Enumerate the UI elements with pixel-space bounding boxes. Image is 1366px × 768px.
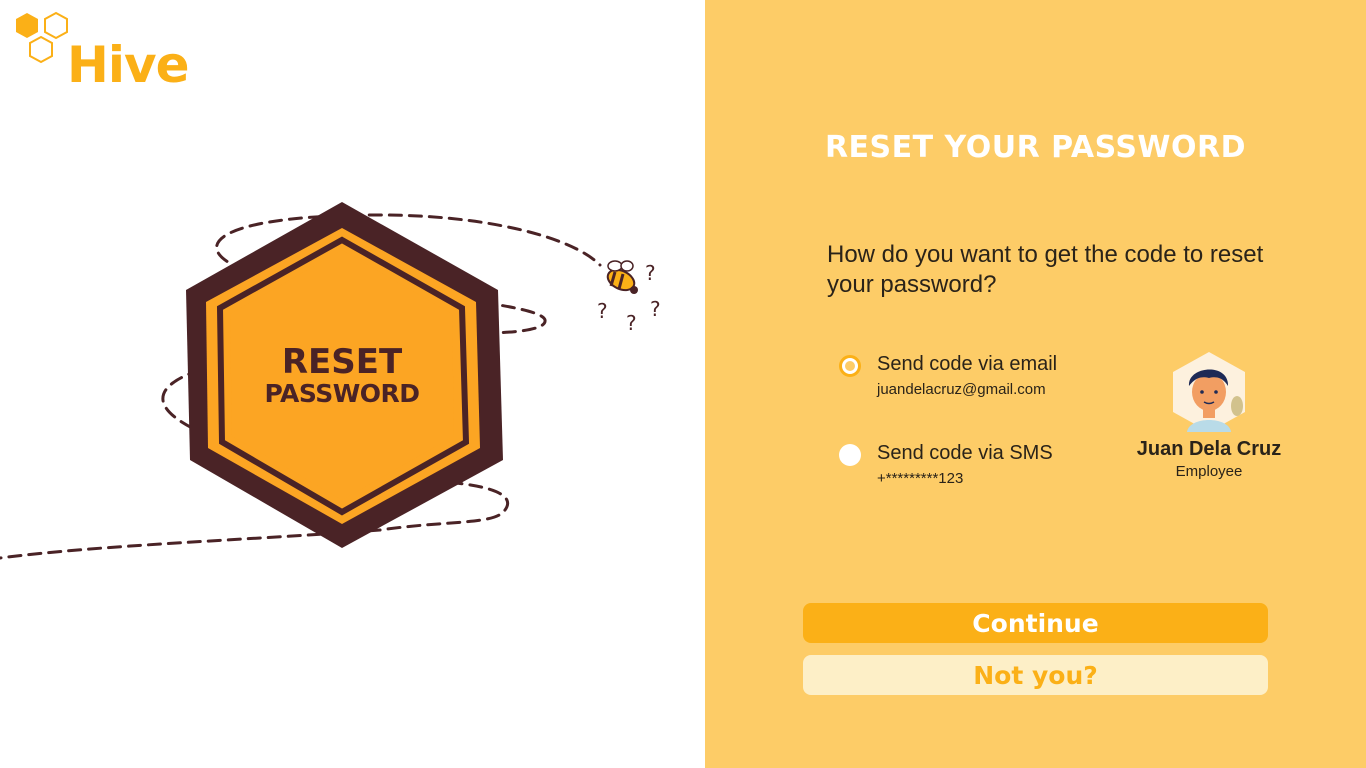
page-title: RESET YOUR PASSWORD [824, 130, 1247, 165]
sms-radio[interactable] [839, 444, 861, 466]
svg-text:?: ? [645, 261, 656, 285]
badge-line-password: PASSWORD [264, 379, 420, 408]
email-address: juandelacruz@gmail.com [877, 381, 1046, 398]
hive-logo[interactable]: Hive [12, 10, 212, 100]
email-option-label: Send code via email [877, 353, 1058, 375]
user-card: Juan Dela Cruz Employee [1125, 350, 1293, 480]
svg-text:?: ? [650, 297, 661, 321]
email-radio[interactable] [839, 355, 861, 377]
avatar [1173, 352, 1245, 432]
illustration-panel: Hive ? ? ? ? RESET PASSWORD [0, 0, 705, 768]
svg-text:?: ? [597, 299, 608, 323]
reset-form-panel: RESET YOUR PASSWORD How do you want to g… [705, 0, 1366, 768]
reset-password-page: Hive ? ? ? ? RESET PASSWORD RESET YOUR P… [0, 0, 1366, 768]
not-you-button[interactable]: Not you? [803, 655, 1268, 695]
sms-option-label: Send code via SMS [877, 442, 1053, 464]
logo-wordmark: Hive [67, 36, 189, 94]
bee-icon [606, 260, 638, 294]
badge-title: RESET PASSWORD [222, 345, 462, 406]
question-text: How do you want to get the code to reset… [827, 241, 1264, 298]
question-marks-icon: ? ? ? ? [597, 261, 661, 335]
badge-line-reset: RESET [281, 342, 403, 382]
masked-phone-number: +*********123 [877, 470, 964, 487]
user-role: Employee [1175, 463, 1243, 480]
continue-button[interactable]: Continue [803, 603, 1268, 643]
svg-text:?: ? [626, 311, 637, 335]
user-name: Juan Dela Cruz [1136, 438, 1282, 460]
